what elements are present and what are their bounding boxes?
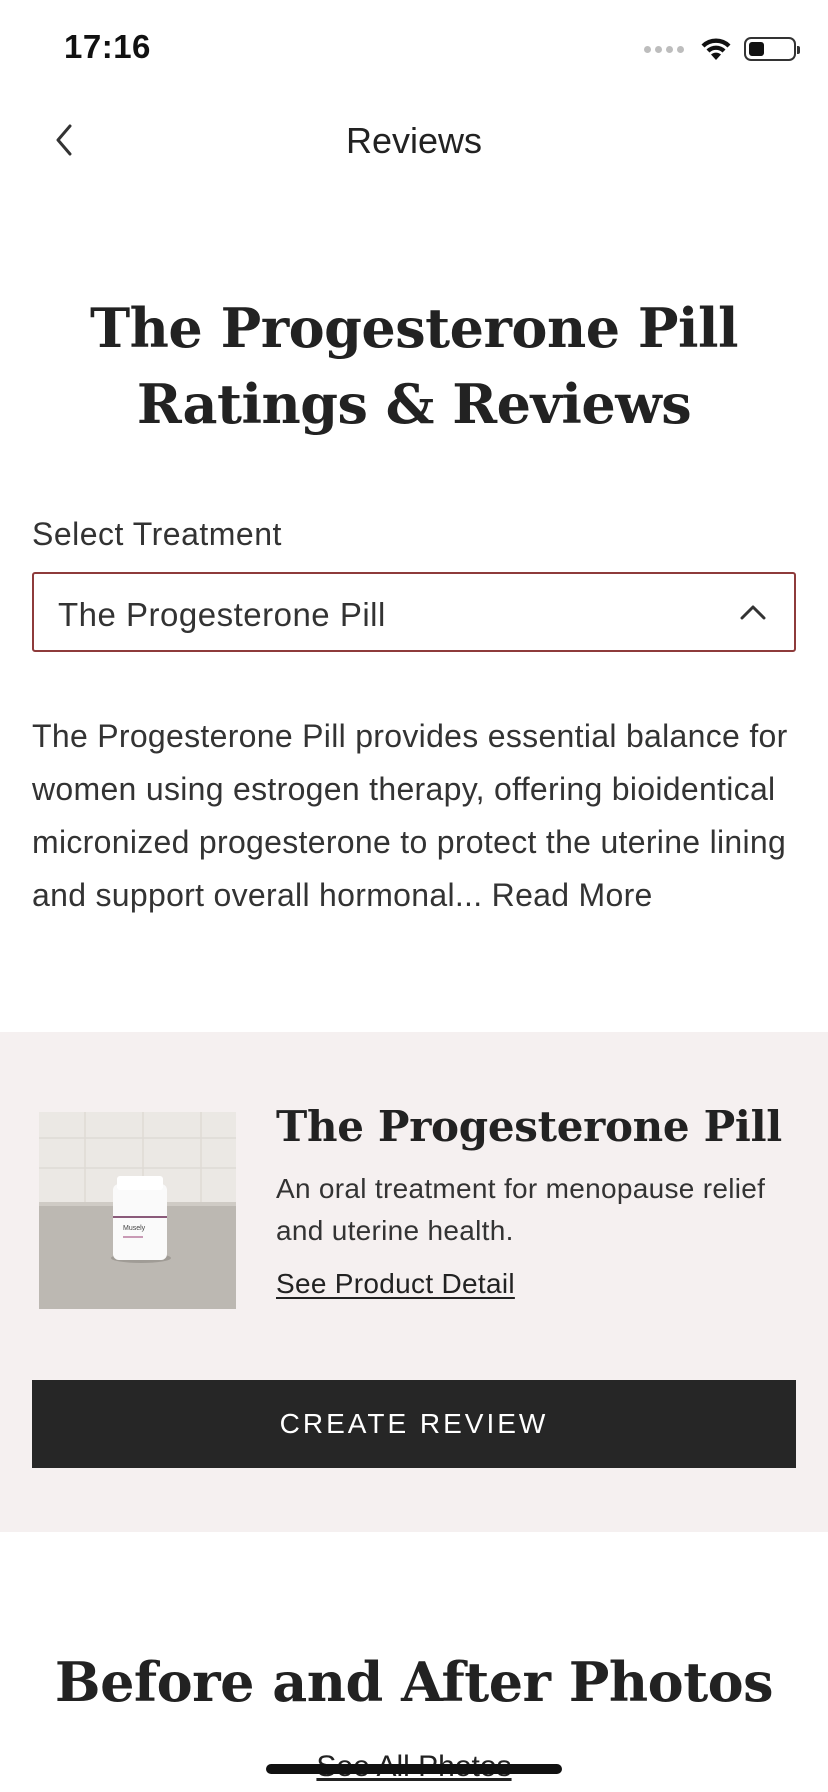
- battery-fill: [749, 42, 764, 56]
- navigation-bar: Reviews: [0, 100, 828, 180]
- cellular-signal-icon: [644, 45, 684, 53]
- treatment-description: The Progesterone Pill provides essential…: [32, 710, 802, 922]
- home-indicator: [266, 1764, 562, 1774]
- page-title: The Progesterone Pill Ratings & Reviews: [0, 290, 828, 442]
- status-time: 17:16: [64, 28, 151, 65]
- product-card: Musely The Progesterone Pill An oral tre…: [0, 1032, 828, 1532]
- status-bar: 17:16: [0, 0, 828, 96]
- select-treatment-label: Select Treatment: [32, 516, 282, 552]
- wifi-icon: [701, 38, 731, 60]
- battery-icon: [744, 37, 800, 61]
- page-title-line-2: Ratings & Reviews: [136, 372, 692, 436]
- read-more-link[interactable]: Read More: [492, 877, 653, 913]
- status-icons: [644, 34, 800, 64]
- product-description: An oral treatment for menopause relief a…: [276, 1173, 766, 1246]
- description-text: The Progesterone Pill provides essential…: [32, 718, 788, 913]
- before-after-photos-title: Before and After Photos: [54, 1650, 774, 1714]
- chevron-up-icon: [740, 605, 766, 620]
- product-photo-bottle: Musely: [39, 1112, 236, 1309]
- product-name: The Progesterone Pill: [276, 1102, 782, 1151]
- treatment-select[interactable]: The Progesterone Pill: [32, 572, 796, 652]
- treatment-select-value: The Progesterone Pill: [58, 596, 386, 633]
- product-image: Musely: [39, 1112, 236, 1309]
- bottle-label: Musely: [123, 1225, 146, 1232]
- see-product-detail-link[interactable]: See Product Detail: [276, 1268, 515, 1300]
- page-title-line-1: The Progesterone Pill: [89, 296, 739, 360]
- nav-title: Reviews: [345, 120, 483, 161]
- create-review-button[interactable]: CREATE REVIEW: [32, 1380, 796, 1468]
